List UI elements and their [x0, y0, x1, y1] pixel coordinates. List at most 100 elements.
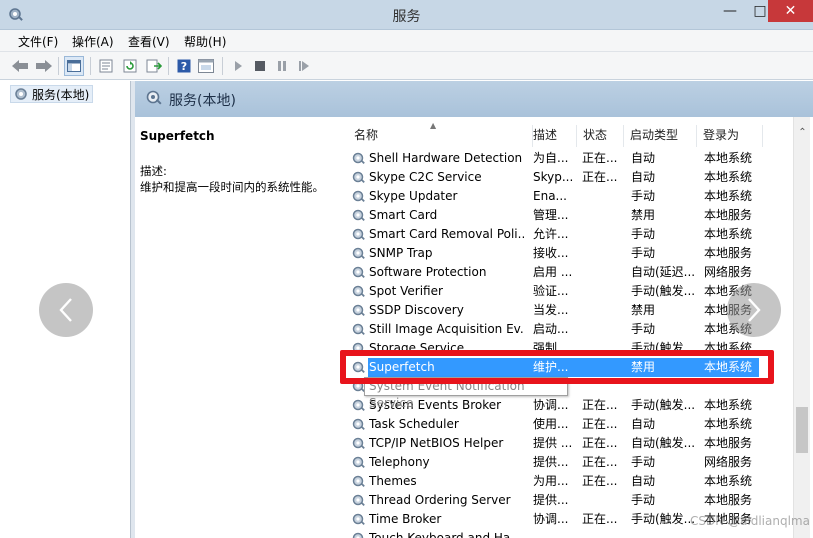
refresh-icon[interactable] — [120, 56, 140, 76]
service-name: Software Protection — [369, 265, 487, 279]
service-startup-type: 自动(延迟... — [631, 265, 695, 279]
table-row[interactable]: System Events Broker 协调... 正在... 手动(触发... 本地… — [348, 396, 788, 415]
vertical-scrollbar[interactable]: ⌃ — [793, 117, 810, 538]
service-name: Themes — [369, 474, 417, 488]
table-row[interactable]: Themes 为用... 正在... 自动 本地系统 — [348, 472, 788, 491]
service-gear-icon — [351, 436, 366, 451]
window-title: 服务 — [392, 9, 421, 25]
service-gear-icon — [351, 246, 366, 261]
service-startup-type: 禁用 — [631, 303, 656, 317]
service-logon-as: 网络服务 — [704, 455, 753, 469]
service-gear-icon — [351, 531, 366, 538]
service-logon-as: 本地系统 — [704, 151, 753, 165]
table-row[interactable]: Still Image Acquisition Ev... 启动... 手动 本地系统 — [348, 320, 788, 339]
table-row[interactable]: Spot Verifier 验证... 手动(触发... 本地系统 — [348, 282, 788, 301]
forward-arrow-icon[interactable] — [34, 56, 54, 76]
scroll-up-icon[interactable]: ⌃ — [794, 127, 811, 141]
previous-arrow-icon[interactable] — [39, 283, 93, 337]
service-name: Task Scheduler — [369, 417, 459, 431]
export-list-icon[interactable] — [144, 56, 164, 76]
service-status: 正在... — [582, 417, 618, 431]
service-status: 正在... — [582, 512, 618, 526]
service-name: Touch Keyboard and Ha... — [369, 531, 522, 538]
svg-text:?: ? — [181, 60, 187, 73]
next-arrow-icon[interactable] — [727, 283, 781, 337]
table-row[interactable]: Smart Card Removal Poli... 允许... 手动 本地系统 — [348, 225, 788, 244]
console-tree-icon[interactable] — [64, 56, 84, 76]
table-row[interactable]: SSDP Discovery当发...禁用本地服务 — [348, 301, 788, 320]
service-description: Skyp... — [533, 170, 574, 184]
help-icon[interactable]: ? — [174, 56, 194, 76]
service-gear-icon — [351, 151, 366, 166]
service-gear-icon — [351, 284, 366, 299]
service-description: 验证... — [533, 284, 569, 298]
column-header-logon-as[interactable]: 登录为 — [697, 125, 763, 147]
service-logon-as: 本地系统 — [704, 398, 753, 412]
table-row[interactable]: TCP/IP NetBIOS Helper 提供 ... 正在... 自动(触发...… — [348, 434, 788, 453]
column-header-description[interactable]: 描述 — [527, 125, 577, 147]
service-description: 协调... — [533, 398, 569, 412]
service-gear-icon — [351, 170, 366, 185]
service-logon-as: 本地系统 — [704, 170, 753, 184]
menu-action[interactable]: 操作(A) — [72, 33, 114, 50]
column-header-startup-type[interactable]: 启动类型 — [624, 125, 697, 147]
sort-ascending-icon: ▲ — [430, 121, 437, 130]
menu-help[interactable]: 帮助(H) — [184, 33, 226, 50]
menu-bar: 文件(F) 操作(A) 查看(V) 帮助(H) — [0, 30, 813, 52]
service-logon-as: 本地系统 — [704, 189, 753, 203]
service-name: Skype Updater — [369, 189, 458, 203]
table-row[interactable]: Thread Ordering Server 提供... 手动 本地服务 — [348, 491, 788, 510]
column-header-name[interactable]: 名称 — [348, 125, 533, 147]
tree-item-services-local[interactable]: 服务(本地) — [10, 85, 94, 103]
service-description: 提供... — [533, 455, 569, 469]
service-startup-type: 手动 — [631, 246, 656, 260]
services-gear-icon — [146, 90, 162, 105]
view-icon[interactable] — [196, 56, 216, 76]
table-row[interactable]: Skype C2C Service Skyp... 正在... 自动 本地系统 — [348, 168, 788, 187]
menu-view[interactable]: 查看(V) — [128, 33, 170, 50]
table-row[interactable]: Skype Updater Ena... 手动 本地系统 — [348, 187, 788, 206]
table-row[interactable]: SNMP Trap 接收... 手动 本地服务 — [348, 244, 788, 263]
service-name: Still Image Acquisition Ev... — [369, 322, 524, 336]
table-row[interactable]: Smart Card 管理... 禁用 本地服务 — [348, 206, 788, 225]
service-gear-icon — [351, 265, 366, 280]
service-gear-icon — [351, 208, 366, 223]
pause-service-icon[interactable] — [272, 56, 292, 76]
restart-service-icon[interactable] — [294, 56, 314, 76]
menu-file[interactable]: 文件(F) — [18, 33, 58, 50]
back-arrow-icon[interactable] — [10, 56, 30, 76]
table-row[interactable]: Software Protection 启用 ... 自动(延迟... 网络服务 — [348, 263, 788, 282]
description-pane: Superfetch 描述: 维护和提高一段时间内的系统性能。 — [135, 117, 340, 538]
service-startup-type: 自动 — [631, 151, 656, 165]
service-status: 正在... — [582, 436, 618, 450]
properties-icon[interactable] — [96, 56, 116, 76]
service-name: Shell Hardware Detection — [369, 151, 523, 165]
watermark: CSDN @aldlianqlma — [690, 514, 810, 528]
service-name: Telephony — [369, 455, 430, 469]
close-button[interactable]: ✕ — [768, 0, 813, 22]
table-row[interactable]: Telephony 提供... 正在... 手动 网络服务 — [348, 453, 788, 472]
column-header-status[interactable]: 状态 — [577, 125, 624, 147]
service-gear-icon — [351, 398, 366, 413]
start-service-icon[interactable] — [228, 56, 248, 76]
service-startup-type: 手动(触发... — [631, 284, 695, 298]
service-startup-type: 手动 — [631, 189, 656, 203]
service-startup-type: 手动 — [631, 322, 656, 336]
service-description: 启动... — [533, 322, 569, 336]
service-gear-icon — [351, 512, 366, 527]
service-description: 允许... — [533, 227, 569, 241]
service-logon-as: 本地服务 — [704, 246, 753, 260]
table-row[interactable]: Touch Keyboard and Ha... — [348, 529, 788, 538]
service-startup-type: 自动 — [631, 474, 656, 488]
table-row[interactable]: Task Scheduler 使用... 正在... 自动 本地系统 — [348, 415, 788, 434]
scroll-thumb[interactable] — [796, 407, 808, 453]
service-logon-as: 网络服务 — [704, 265, 753, 279]
service-description: 提供 ... — [533, 436, 573, 450]
table-row[interactable]: Shell Hardware Detection 为自... 正在... 自动 本地系统 — [348, 149, 788, 168]
stop-service-icon[interactable] — [250, 56, 270, 76]
service-status: 正在... — [582, 170, 618, 184]
service-startup-type: 自动 — [631, 417, 656, 431]
service-name: SNMP Trap — [369, 246, 433, 260]
service-name: SSDP Discovery — [369, 303, 464, 317]
service-name: TCP/IP NetBIOS Helper — [369, 436, 504, 450]
